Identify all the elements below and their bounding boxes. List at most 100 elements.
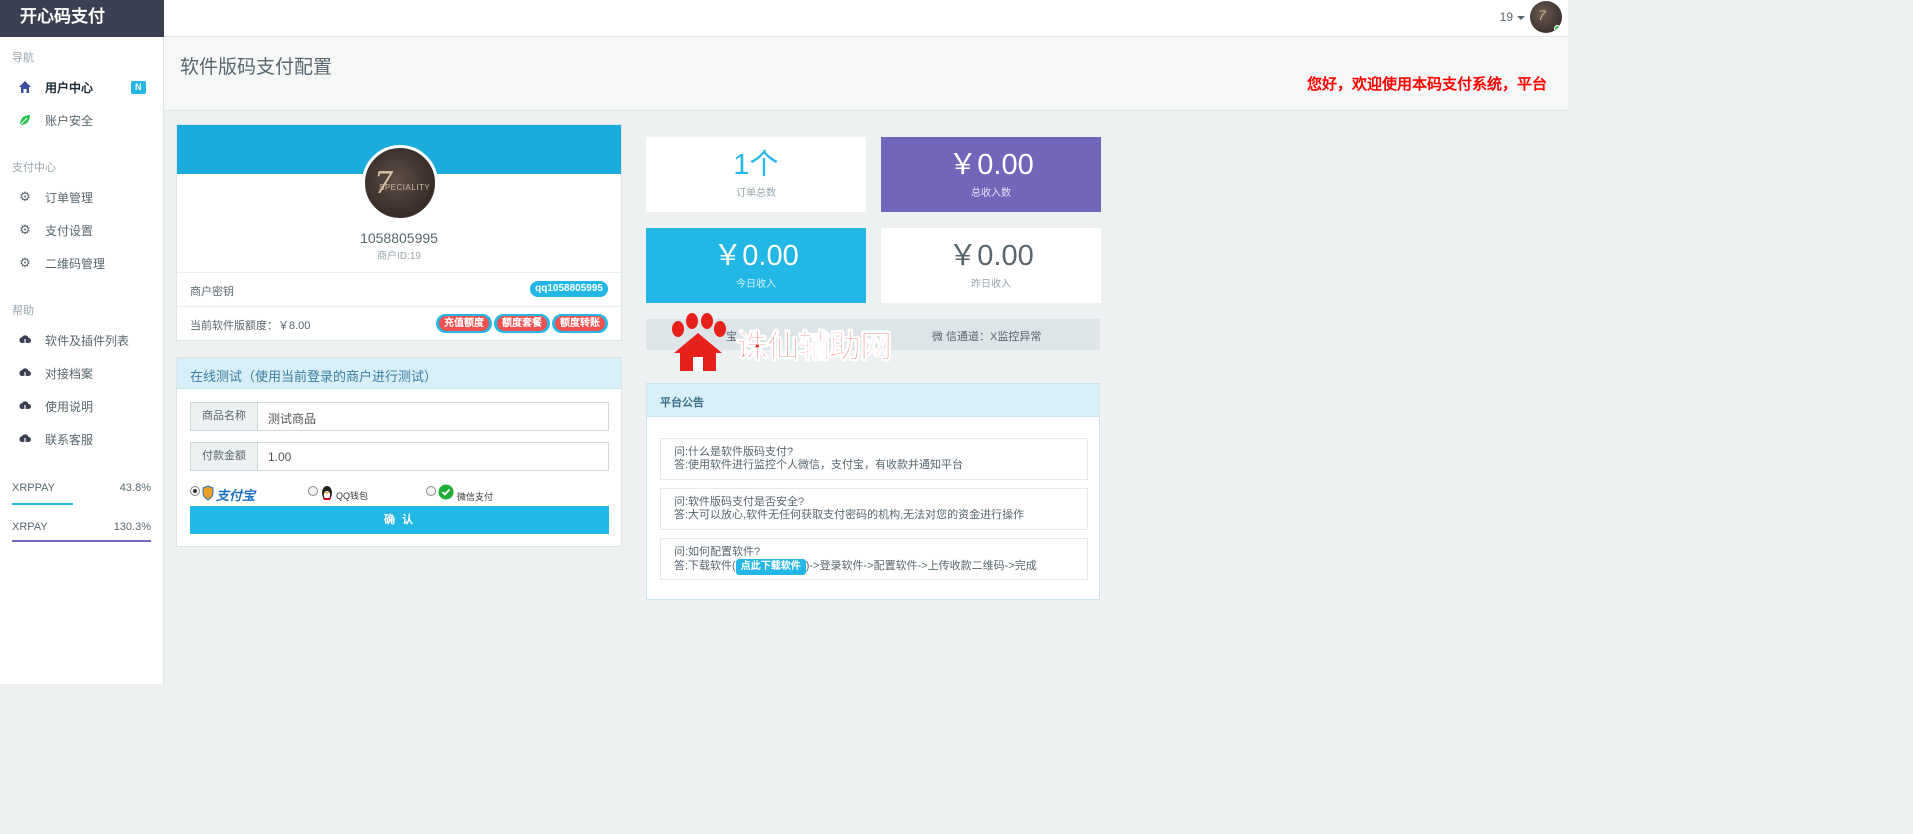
wechat-pay-icon — [438, 484, 454, 502]
pay-option-alipay[interactable]: 支付宝 — [190, 485, 270, 503]
stat-name: XRPPAY — [12, 482, 55, 494]
cloud-download-icon — [18, 333, 32, 347]
yesterday-income-tile: ￥0.00 昨日收入 — [881, 228, 1101, 303]
amount-input[interactable]: 1.00 — [268, 450, 291, 464]
sidebar-item-label: 订单管理 — [45, 191, 94, 205]
sidebar-item-orders[interactable]: ⚙ 订单管理 — [0, 185, 163, 211]
product-name-input[interactable]: 测试商品 — [268, 410, 316, 427]
new-badge: N — [131, 81, 146, 94]
stat-xrppay: XRPPAY 43.8% — [12, 482, 151, 494]
amount-field[interactable]: 付款金额 1.00 — [190, 442, 609, 471]
sidebar-item-support[interactable]: 联系客服 — [0, 427, 163, 453]
recharge-quota-button[interactable]: 充值额度 — [436, 314, 492, 333]
stat-percent: 130.3% — [113, 521, 151, 533]
order-total-label: 订单总数 — [736, 188, 776, 199]
sidebar-item-pay-settings[interactable]: ⚙ 支付设置 — [0, 218, 163, 244]
cloud-download-icon — [18, 432, 32, 446]
sidebar-item-label: 使用说明 — [45, 400, 94, 414]
faq-question: 问:如何配置软件? — [674, 546, 761, 558]
platform-notice-title: 平台公告 — [660, 397, 704, 409]
sidebar-item-account-security[interactable]: 账户安全 — [0, 108, 163, 134]
page-title: 软件版码支付配置 — [180, 57, 333, 78]
page-header: 软件版码支付配置 您好，欢迎使用本码支付系统，平台 — [164, 37, 1568, 111]
avatar[interactable]: 7 — [1530, 1, 1562, 33]
quota-package-button[interactable]: 额度套餐 — [494, 314, 550, 333]
total-income-value: ￥0.00 — [948, 149, 1034, 181]
stat-xrpay: XRPAY 130.3% — [12, 521, 151, 533]
order-total-value: 1个 — [733, 149, 779, 181]
qq-radio[interactable] — [308, 486, 318, 496]
gear-icon: ⚙ — [19, 222, 31, 237]
leaf-icon — [18, 113, 32, 127]
paw-house-icon — [666, 313, 730, 376]
sidebar-item-label: 账户安全 — [45, 114, 94, 128]
stat-name: XRPAY — [12, 521, 48, 533]
faq-question: 问:什么是软件版码支付? — [674, 446, 794, 458]
yesterday-income-label: 昨日收入 — [971, 279, 1011, 290]
yesterday-income-value: ￥0.00 — [948, 240, 1034, 272]
qq-wallet-label: QQ钱包 — [336, 491, 369, 501]
confirm-button[interactable]: 确 认 — [190, 506, 609, 534]
welcome-marquee: 您好，欢迎使用本码支付系统，平台 — [1307, 76, 1548, 93]
wechat-pay-label: 微信支付 — [457, 492, 494, 502]
faq-answer: 答:使用软件进行监控个人微信，支付宝，有收款并通知平台 — [674, 459, 964, 471]
sidebar-item-label: 支付设置 — [45, 224, 94, 238]
watermark-text: 诛仙辅助网 — [735, 328, 892, 365]
alipay-label: 支付宝 — [216, 488, 256, 503]
stat-bar-fill — [12, 503, 73, 505]
sidebar-item-software-list[interactable]: 软件及插件列表 — [0, 328, 163, 354]
wechat-channel-status: 微 信通道：X监控异常 — [932, 331, 1042, 343]
sidebar-item-docs[interactable]: 对接档案 — [0, 361, 163, 387]
faq-answer: 答:大可以放心,软件无任何获取支付密码的机构,无法对您的资金进行操作 — [674, 509, 1025, 521]
pay-option-wechat[interactable]: 微信支付 — [426, 484, 506, 503]
sidebar-item-label: 二维码管理 — [45, 257, 106, 271]
nav-section-header: 导航 — [12, 52, 34, 64]
merchant-id: 商户ID:19 — [377, 251, 421, 262]
merchant-key-row: 商户密钥 qq1058805995 — [177, 272, 621, 306]
stat-bar-xrppay — [12, 503, 151, 505]
pay-section-header: 支付中心 — [12, 162, 56, 174]
profile-card: 7 SPECIALITY 1058805995 商户ID:19 商户密钥 qq1… — [176, 124, 622, 341]
gear-icon: ⚙ — [19, 255, 31, 270]
caret-down-icon — [1517, 15, 1525, 20]
sidebar-item-user-center[interactable]: 用户中心 N — [0, 75, 163, 101]
today-income-value: ￥0.00 — [713, 240, 799, 272]
faq-answer: 答:下载软件(点此下载软件)->登录软件->配置软件->上传收款二维码->完成 — [674, 559, 1074, 575]
quota-transfer-label: 额度转账 — [555, 316, 605, 331]
watermark: 诛仙辅助网 — [666, 313, 900, 373]
cloud-download-icon — [18, 366, 32, 380]
quota-package-label: 额度套餐 — [497, 316, 547, 331]
amount-label: 付款金额 — [191, 443, 258, 470]
online-status-icon — [1554, 25, 1561, 32]
stat-percent: 43.8% — [119, 482, 151, 494]
brand-logo[interactable]: 开心码支付 — [0, 0, 164, 37]
wechat-radio[interactable] — [426, 486, 436, 496]
order-total-tile: 1个 订单总数 — [646, 137, 866, 212]
help-section-header: 帮助 — [12, 305, 34, 317]
product-name-field[interactable]: 商品名称 测试商品 — [190, 402, 609, 431]
recharge-quota-label: 充值额度 — [439, 316, 489, 331]
alipay-radio[interactable] — [190, 486, 200, 496]
sidebar-item-manual[interactable]: 使用说明 — [0, 394, 163, 420]
faq-item: 问:软件版码支付是否安全? 答:大可以放心,软件无任何获取支付密码的机构,无法对… — [660, 488, 1088, 530]
download-software-button[interactable]: 点此下载软件 — [735, 559, 806, 575]
top-bar: 开心码支付 19 7 — [0, 0, 1568, 37]
user-menu[interactable]: 19 — [1500, 10, 1525, 24]
sidebar: 导航 用户中心 N 账户安全 支付中心 ⚙ 订单管理 ⚙ 支付设置 ⚙ 二维码管… — [0, 37, 164, 684]
sidebar-item-qrcode[interactable]: ⚙ 二维码管理 — [0, 251, 163, 277]
platform-notice-panel: 平台公告 问:什么是软件版码支付? 答:使用软件进行监控个人微信，支付宝，有收款… — [646, 383, 1100, 600]
faq-answer-prefix: 答:下载软件( — [674, 560, 736, 572]
merchant-key-badge[interactable]: qq1058805995 — [530, 281, 608, 297]
quota-transfer-button[interactable]: 额度转账 — [552, 314, 608, 333]
avatar-image-text: SPECIALITY — [379, 183, 431, 192]
user-id: 19 — [1499, 10, 1513, 24]
quota-actions: 充值额度 额度套餐 额度转账 — [436, 314, 608, 333]
today-income-label: 今日收入 — [736, 279, 776, 290]
sidebar-item-label: 对接档案 — [45, 367, 94, 381]
faq-answer-suffix: )->登录软件->配置软件->上传收款二维码->完成 — [805, 560, 1037, 572]
faq-item: 问:如何配置软件? 答:下载软件(点此下载软件)->登录软件->配置软件->上传… — [660, 538, 1088, 580]
faq-item: 问:什么是软件版码支付? 答:使用软件进行监控个人微信，支付宝，有收款并通知平台 — [660, 438, 1088, 480]
quota-label: 当前软件版额度：￥8.00 — [190, 320, 311, 332]
pay-option-qq[interactable]: QQ钱包 — [308, 485, 388, 503]
stat-bar-fill — [12, 540, 151, 542]
